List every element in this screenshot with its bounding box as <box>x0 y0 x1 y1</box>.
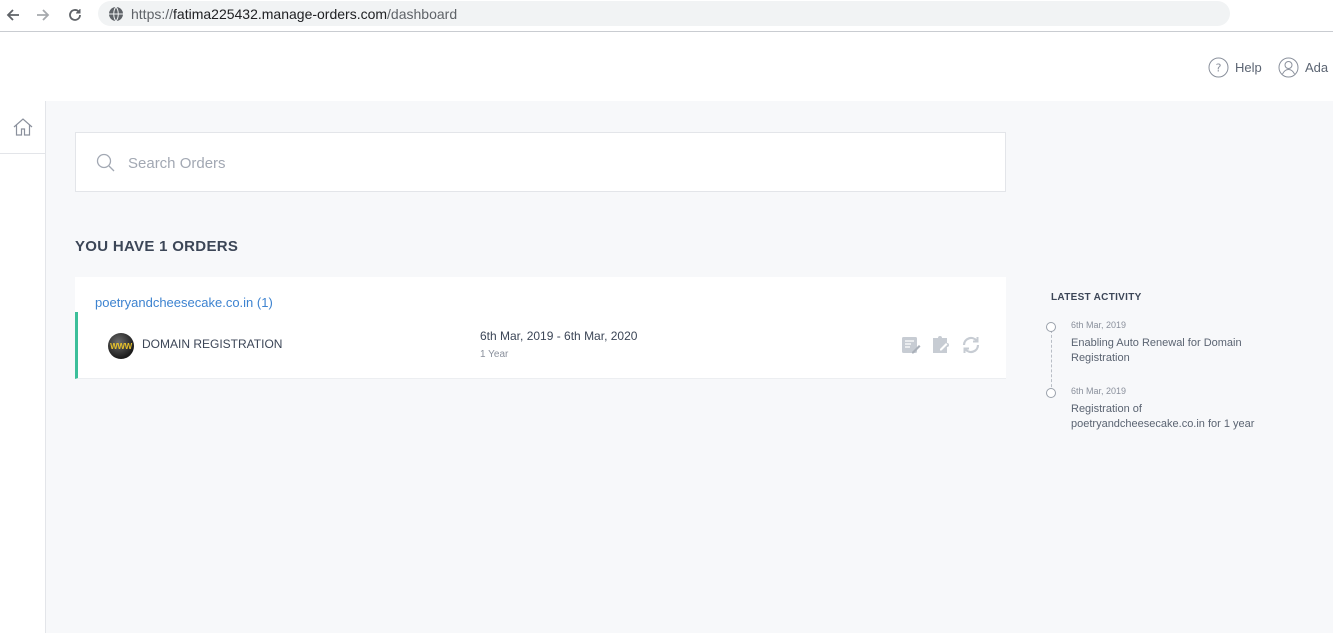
product-name: DOMAIN REGISTRATION <box>142 337 283 351</box>
search-icon <box>96 153 115 172</box>
address-bar[interactable]: https://fatima225432.manage-orders.com/d… <box>98 1 1230 26</box>
timeline-dot <box>1046 322 1056 332</box>
help-link[interactable]: ? Help <box>1208 56 1262 78</box>
reload-icon <box>69 9 81 21</box>
renew-order-button[interactable] <box>960 334 982 356</box>
order-term: 1 Year <box>480 349 509 360</box>
main-content: YOU HAVE 1 ORDERS poetryandcheesecake.co… <box>46 101 1333 633</box>
home-icon <box>13 118 32 136</box>
timeline-dot <box>1046 388 1056 398</box>
arrow-right-icon <box>37 9 50 21</box>
search-box <box>75 132 1006 192</box>
order-dates: 6th Mar, 2019 - 6th Mar, 2020 <box>480 329 638 343</box>
www-icon: WWW <box>108 333 134 359</box>
url-prefix: https:// <box>131 6 174 22</box>
arrow-left-icon <box>6 9 19 21</box>
activity-date: 6th Mar, 2019 <box>1071 386 1127 396</box>
activity-text: Registration of poetryandcheesecake.co.i… <box>1071 403 1255 430</box>
reload-button[interactable] <box>64 4 86 26</box>
svg-text:?: ? <box>1216 61 1222 74</box>
renew-icon <box>962 336 980 354</box>
search-input[interactable] <box>126 147 990 179</box>
help-label: Help <box>1235 59 1262 75</box>
browser-toolbar: https://fatima225432.manage-orders.com/d… <box>0 0 1333 32</box>
order-card: poetryandcheesecake.co.in (1) WWW DOMAIN… <box>75 277 1006 379</box>
activity-date: 6th Mar, 2019 <box>1071 320 1127 330</box>
user-menu[interactable]: Ada <box>1278 56 1328 78</box>
help-circle-icon: ? <box>1208 57 1229 77</box>
modify-order-button[interactable] <box>930 334 952 356</box>
manage-order-button[interactable] <box>900 334 922 356</box>
activity-title: LATEST ACTIVITY <box>1051 292 1142 303</box>
url-host: fatima225432.manage-orders.com <box>173 6 388 22</box>
user-avatar-icon <box>1278 57 1299 77</box>
address-url: https://fatima225432.manage-orders.com/d… <box>131 6 457 22</box>
orders-heading: YOU HAVE 1 ORDERS <box>75 238 239 255</box>
forward-button[interactable] <box>32 4 54 26</box>
puzzle-edit-icon <box>933 336 949 353</box>
product-icon-label: WWW <box>110 341 132 351</box>
order-domain-link[interactable]: poetryandcheesecake.co.in (1) <box>95 295 273 310</box>
sidebar-item-home[interactable] <box>0 101 45 154</box>
back-button[interactable] <box>2 4 24 26</box>
globe-icon <box>109 6 123 22</box>
order-row[interactable]: WWW DOMAIN REGISTRATION 6th Mar, 2019 - … <box>75 312 1006 379</box>
timeline-line <box>1051 330 1052 392</box>
sidebar <box>0 101 46 633</box>
activity-text: Enabling Auto Renewal for Domain Registr… <box>1071 337 1242 364</box>
app-header: ? Help Ada <box>0 32 1333 101</box>
user-name: Ada <box>1305 59 1329 75</box>
url-path: /dashboard <box>387 6 458 22</box>
edit-document-icon <box>902 337 921 354</box>
